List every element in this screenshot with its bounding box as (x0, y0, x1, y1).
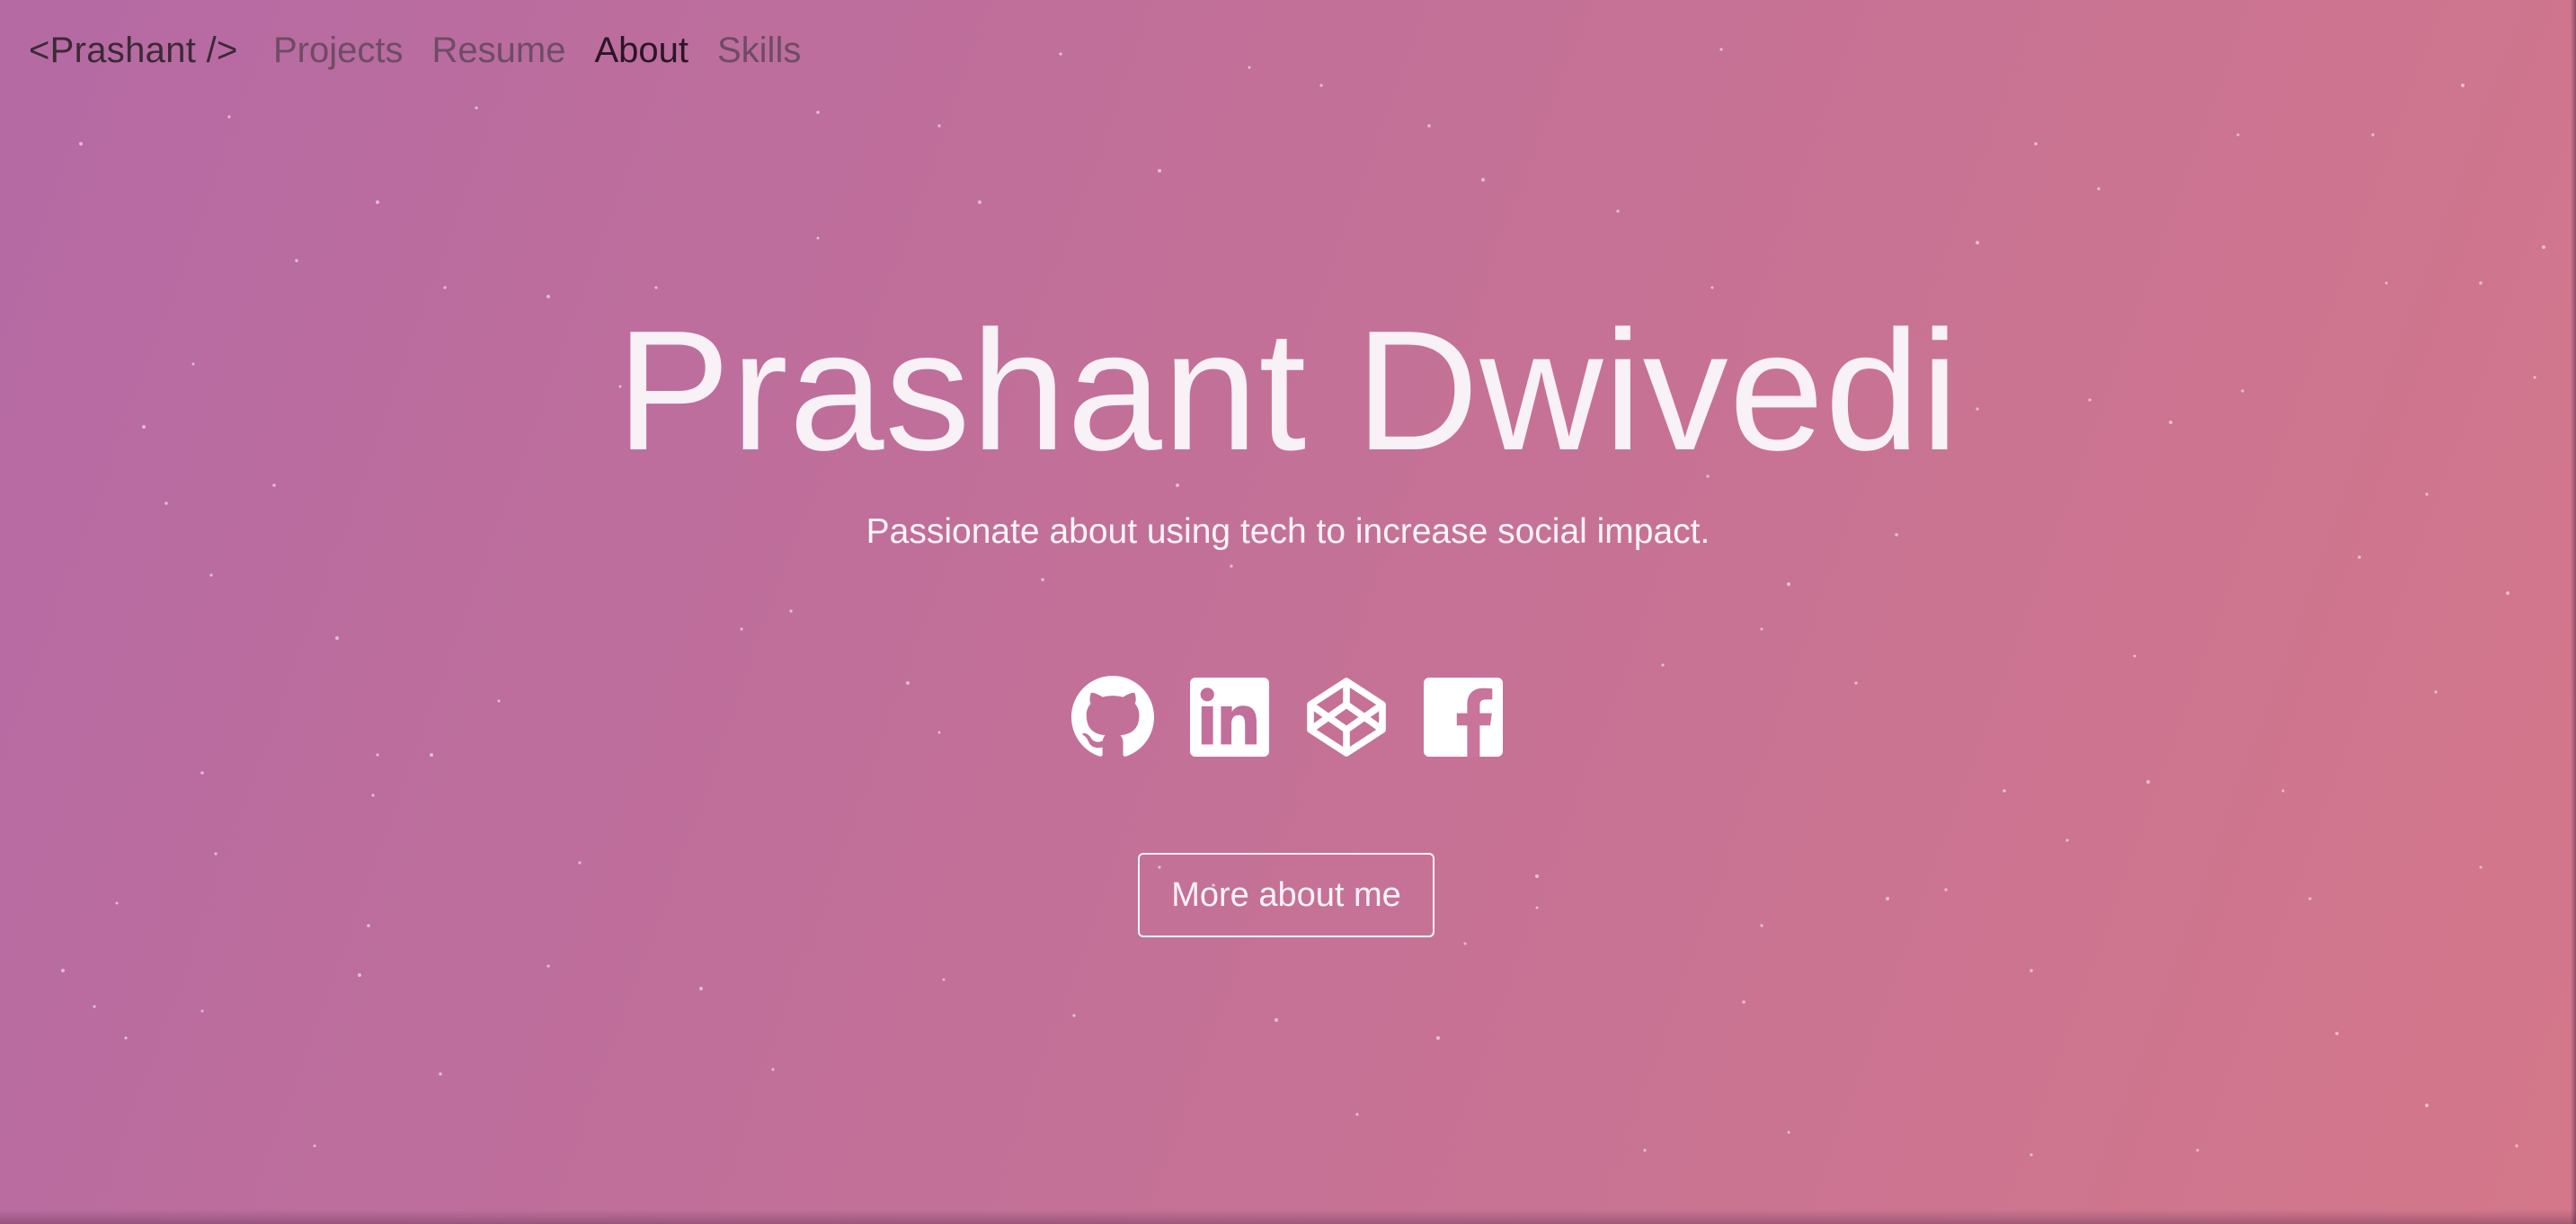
starfield-background (61, 48, 2545, 1157)
codepen-link[interactable] (1303, 674, 1390, 760)
hero-title: Prashant Dwivedi (616, 296, 1960, 486)
hero-subtitle: Passionate about using tech to increase … (866, 512, 1710, 551)
bottom-shadow (0, 1210, 2576, 1224)
nav-link-projects[interactable]: Projects (273, 31, 404, 71)
linkedin-icon (1190, 678, 1269, 757)
nav-links: Projects Resume About Skills (273, 31, 830, 71)
navbar: <Prashant /> Projects Resume About Skill… (0, 0, 2576, 110)
nav-link-resume[interactable]: Resume (432, 31, 566, 71)
linkedin-link[interactable] (1186, 674, 1273, 760)
window-edge (2571, 0, 2576, 1224)
more-about-me-button[interactable]: More about me (1138, 853, 1435, 937)
nav-link-about[interactable]: About (594, 31, 688, 71)
facebook-icon (1424, 678, 1503, 757)
brand-logo[interactable]: <Prashant /> (29, 31, 238, 71)
github-link[interactable] (1070, 674, 1156, 760)
codepen-icon (1307, 678, 1386, 757)
nav-link-skills[interactable]: Skills (717, 31, 801, 71)
facebook-link[interactable] (1420, 674, 1506, 760)
github-icon (1071, 676, 1155, 757)
social-links (0, 674, 2576, 760)
